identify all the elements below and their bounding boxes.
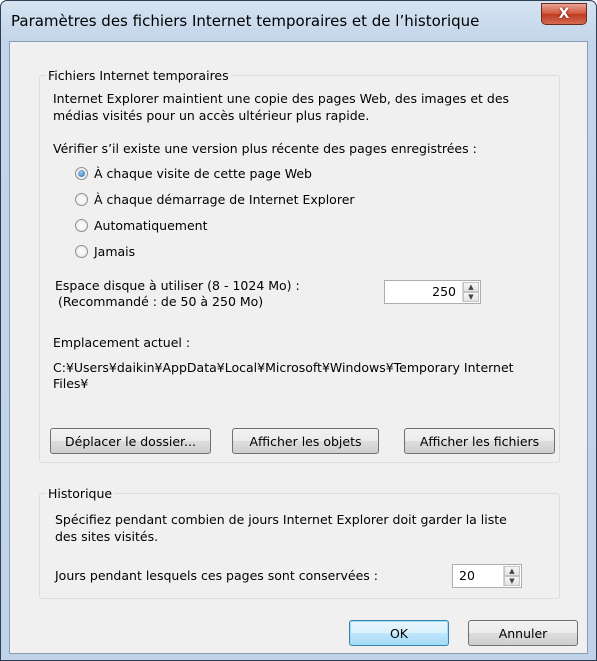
view-files-button[interactable]: Afficher les fichiers (404, 428, 555, 454)
history-days-spinner[interactable]: 20 ▲ ▼ (452, 564, 522, 588)
window-title: Paramètres des fichiers Internet tempora… (11, 12, 480, 30)
history-days-label: Jours pendant lesquels ces pages sont co… (55, 568, 378, 583)
radio-indicator[interactable] (75, 193, 88, 206)
move-folder-button[interactable]: Déplacer le dossier... (50, 428, 211, 454)
close-icon: X (558, 6, 570, 22)
title-bar[interactable]: Paramètres des fichiers Internet tempora… (1, 1, 596, 41)
close-button[interactable]: X (541, 3, 587, 25)
temp-files-description-line2: médias visités pour un accès ultérieur p… (53, 108, 370, 123)
radio-automatic-label: Automatiquement (94, 218, 208, 233)
radio-every-start-label: À chaque démarrage de Internet Explorer (94, 192, 355, 207)
history-days-value[interactable]: 20 (459, 568, 475, 583)
current-location-path-line1: C:¥Users¥daikin¥AppData¥Local¥Microsoft¥… (53, 360, 514, 375)
radio-every-visit-label: À chaque visite de cette page Web (94, 166, 312, 181)
current-location-path-line2: Files¥ (53, 376, 89, 391)
history-legend: Historique (46, 486, 115, 501)
radio-never[interactable]: Jamais (75, 244, 135, 259)
spin-up-arrow-icon[interactable]: ▲ (463, 282, 479, 292)
disk-space-spinner[interactable]: 250 ▲ ▼ (384, 280, 481, 304)
ok-button[interactable]: OK (349, 620, 449, 646)
history-description-line1: Spécifiez pendant combien de jours Inter… (55, 512, 507, 527)
settings-dialog: Paramètres des fichiers Internet tempora… (0, 0, 597, 661)
radio-selected-indicator[interactable] (75, 167, 88, 180)
disk-space-spin-buttons: ▲ ▼ (462, 282, 479, 302)
radio-every-visit[interactable]: À chaque visite de cette page Web (75, 166, 312, 181)
history-days-spin-buttons: ▲ ▼ (503, 566, 520, 586)
temp-files-description-line1: Internet Explorer maintient une copie de… (53, 91, 510, 106)
cancel-button[interactable]: Annuler (468, 620, 578, 646)
radio-indicator[interactable] (75, 245, 88, 258)
temp-files-legend: Fichiers Internet temporaires (46, 68, 231, 83)
spin-down-arrow-icon[interactable]: ▼ (463, 292, 479, 302)
spin-up-arrow-icon[interactable]: ▲ (504, 566, 520, 576)
disk-space-value[interactable]: 250 (432, 284, 456, 299)
radio-every-start[interactable]: À chaque démarrage de Internet Explorer (75, 192, 355, 207)
disk-space-recommendation: (Recommandé : de 50 à 250 Mo) (58, 294, 264, 309)
check-version-label: Vérifier s’il existe une version plus ré… (53, 141, 477, 156)
history-description-line2: des sites visités. (55, 529, 159, 544)
spin-down-arrow-icon[interactable]: ▼ (504, 576, 520, 586)
radio-never-label: Jamais (94, 244, 136, 259)
dialog-body: Fichiers Internet temporaires Internet E… (9, 41, 588, 654)
radio-automatic[interactable]: Automatiquement (75, 218, 207, 233)
current-location-label: Emplacement actuel : (53, 335, 191, 350)
temp-files-group: Fichiers Internet temporaires (39, 68, 560, 463)
radio-indicator[interactable] (75, 219, 88, 232)
view-objects-button[interactable]: Afficher les objets (232, 428, 379, 454)
disk-space-label: Espace disque à utiliser (8 - 1024 Mo) : (55, 278, 300, 293)
